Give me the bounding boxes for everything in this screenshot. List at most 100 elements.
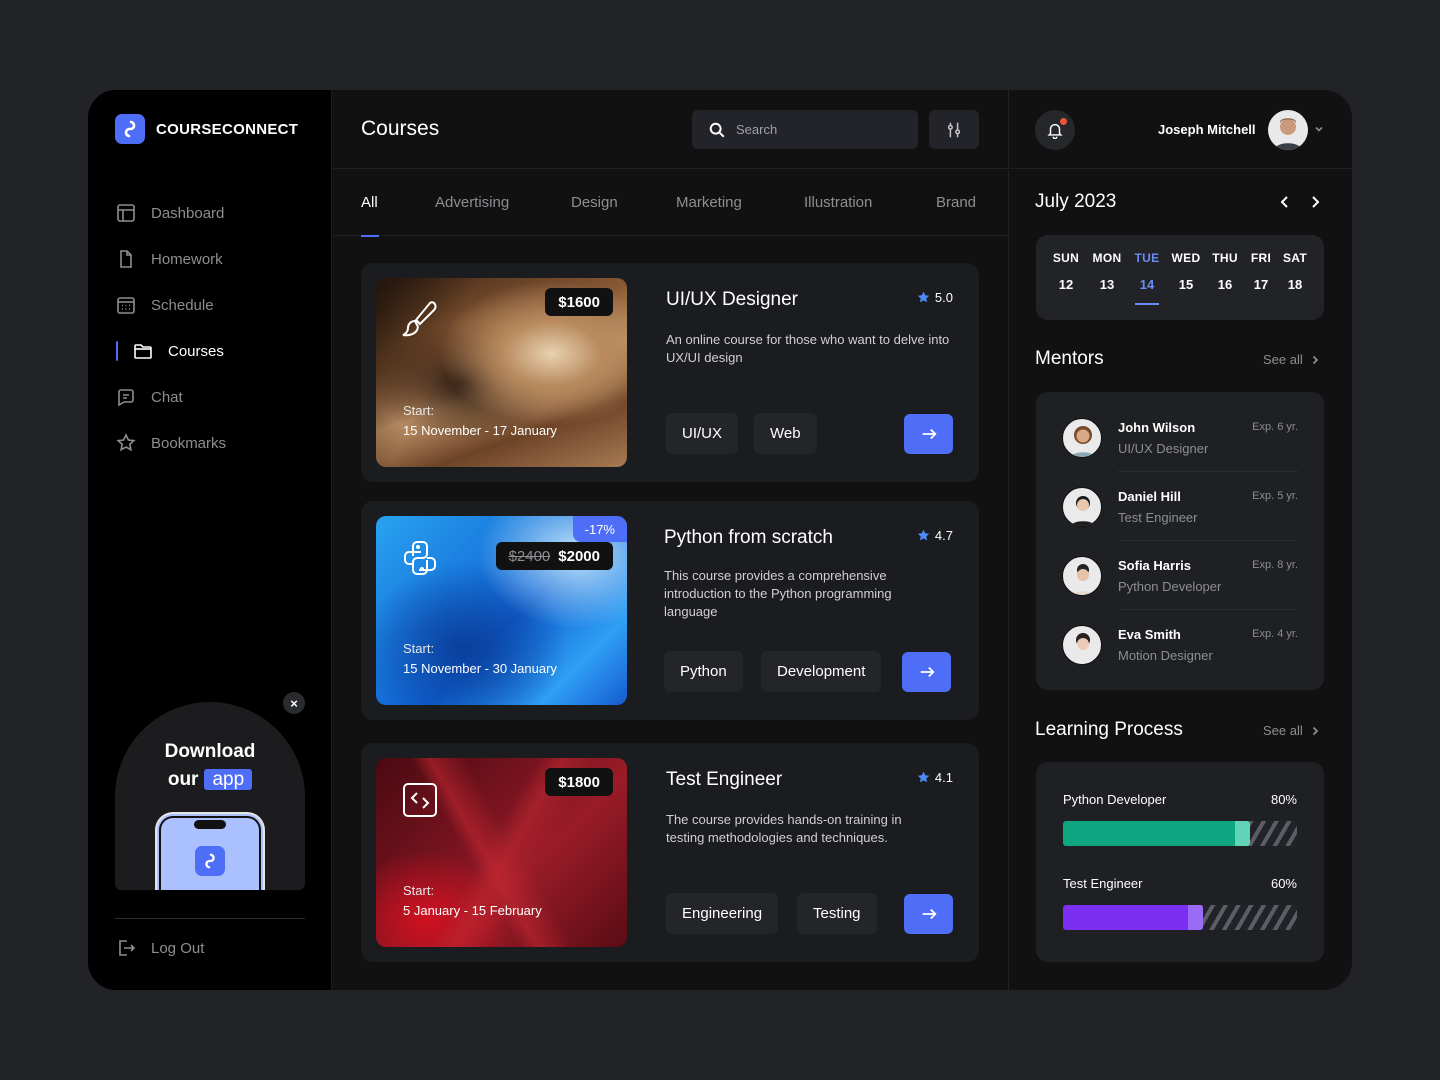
- mentor-item[interactable]: Daniel Hill Test Engineer Exp. 5 yr.: [1062, 487, 1298, 547]
- sidebar-item-schedule[interactable]: Schedule: [116, 282, 316, 328]
- star-icon: [917, 529, 930, 541]
- sidebar-item-courses[interactable]: Courses: [116, 328, 316, 374]
- layout-icon: [117, 204, 135, 222]
- tab-design[interactable]: Design: [571, 194, 618, 211]
- course-tag[interactable]: Web: [754, 413, 817, 454]
- sidebar: COURSECONNECT Dashboard Homework Schedul…: [88, 90, 332, 990]
- download-app-promo[interactable]: Download our app ×: [115, 692, 305, 890]
- search-input[interactable]: [736, 122, 896, 137]
- mentor-item[interactable]: Sofia Harris Python Developer Exp. 8 yr.: [1062, 556, 1298, 616]
- course-image: -17% $2400 $2000 Start: 15 November - 30…: [376, 516, 627, 705]
- open-course-button[interactable]: [904, 894, 953, 934]
- calendar-day-today[interactable]: TUE 14: [1127, 251, 1167, 305]
- logo-icon: [115, 114, 145, 144]
- calendar-day[interactable]: WED 15: [1166, 251, 1206, 292]
- price-badge: $1800: [545, 768, 613, 796]
- course-rating: 5.0: [917, 290, 953, 305]
- mentor-item[interactable]: Eva Smith Motion Designer Exp. 4 yr.: [1062, 625, 1298, 685]
- python-icon: [398, 536, 442, 580]
- course-description: The course provides hands-on training in…: [666, 812, 902, 845]
- course-tag[interactable]: Engineering: [666, 893, 779, 934]
- tab-marketing[interactable]: Marketing: [676, 194, 742, 211]
- app-icon: [195, 846, 225, 876]
- user-name[interactable]: Joseph Mitchell: [1158, 122, 1256, 137]
- mentor-divider: [1118, 540, 1298, 541]
- chevron-right-icon: [1312, 726, 1319, 735]
- user-avatar[interactable]: [1268, 110, 1308, 150]
- progress-item: Test Engineer 60%: [1063, 876, 1297, 930]
- tab-brand[interactable]: Brand: [936, 194, 976, 211]
- tab-advertising[interactable]: Advertising: [435, 194, 509, 211]
- filter-button[interactable]: [929, 110, 979, 149]
- code-icon: [402, 782, 438, 818]
- course-title[interactable]: Test Engineer: [666, 769, 782, 791]
- calendar-day[interactable]: MON 13: [1087, 251, 1127, 292]
- progress-bar: [1063, 821, 1297, 846]
- progress-fill-tip: [1235, 821, 1251, 846]
- course-start: Start: 15 November - 17 January: [403, 401, 557, 441]
- arrow-right-icon: [922, 428, 937, 440]
- search-box[interactable]: [692, 110, 918, 149]
- sidebar-item-label: Schedule: [151, 296, 214, 314]
- brand-name: COURSECONNECT: [156, 120, 299, 138]
- file-icon: [120, 250, 132, 268]
- star-icon: [917, 291, 930, 303]
- learning-see-all-link[interactable]: See all: [1263, 723, 1321, 738]
- calendar-day[interactable]: THU 16: [1205, 251, 1245, 292]
- open-course-button[interactable]: [904, 414, 953, 454]
- open-course-button[interactable]: [902, 652, 951, 692]
- user-menu-chevron[interactable]: [1313, 122, 1325, 134]
- sidebar-item-homework[interactable]: Homework: [116, 236, 316, 282]
- mentors-see-all-link[interactable]: See all: [1263, 352, 1321, 367]
- brush-icon: [398, 298, 442, 342]
- calendar-next-button[interactable]: [1307, 194, 1323, 210]
- sidebar-item-dashboard[interactable]: Dashboard: [116, 190, 316, 236]
- page-title: Courses: [361, 117, 440, 140]
- close-promo-button[interactable]: ×: [283, 692, 305, 714]
- course-rating: 4.7: [917, 528, 953, 543]
- chat-icon: [118, 389, 134, 407]
- header: Courses Joseph Mitchell: [333, 90, 1352, 169]
- course-dates: 5 January - 15 February: [403, 903, 542, 918]
- sidebar-item-label: Courses: [168, 342, 224, 360]
- price: $1800: [558, 773, 600, 791]
- logo[interactable]: COURSECONNECT: [115, 114, 298, 144]
- calendar-day[interactable]: SUN 12: [1046, 251, 1086, 292]
- progress-fill-tip: [1188, 905, 1204, 930]
- course-card[interactable]: $1800 Start: 5 January - 15 February Tes…: [361, 743, 979, 962]
- course-tag[interactable]: Testing: [797, 893, 877, 934]
- logout-button[interactable]: Log Out: [116, 938, 204, 958]
- panel-divider: [1008, 170, 1009, 990]
- folder-icon: [134, 344, 152, 359]
- course-title[interactable]: UI/UX Designer: [666, 289, 798, 311]
- mentor-avatar: [1062, 556, 1102, 596]
- sidebar-nav: Dashboard Homework Schedule Courses Chat…: [116, 190, 316, 466]
- tab-all[interactable]: All: [361, 194, 379, 237]
- calendar-prev-button[interactable]: [1277, 194, 1293, 210]
- course-tag[interactable]: Python: [664, 651, 743, 692]
- price-badge: $2400 $2000: [495, 542, 613, 570]
- discount-badge: -17%: [572, 516, 627, 542]
- chevron-left-icon: [1280, 196, 1288, 208]
- progress-item: Python Developer 80%: [1063, 792, 1297, 846]
- sidebar-item-label: Bookmarks: [151, 434, 227, 452]
- notifications-button[interactable]: [1035, 110, 1075, 150]
- arrow-right-icon: [920, 666, 935, 678]
- chevron-down-icon: [1315, 126, 1323, 132]
- sidebar-item-bookmarks[interactable]: Bookmarks: [116, 420, 316, 466]
- sidebar-item-chat[interactable]: Chat: [116, 374, 316, 420]
- star-icon: [116, 433, 136, 452]
- course-start: Start: 15 November - 30 January: [403, 639, 557, 679]
- course-tag[interactable]: UI/UX: [666, 413, 739, 454]
- course-title[interactable]: Python from scratch: [664, 527, 833, 549]
- course-card[interactable]: -17% $2400 $2000 Start: 15 November - 30…: [361, 501, 979, 720]
- search-icon: [709, 122, 725, 137]
- logout-icon: [119, 940, 136, 956]
- course-description: This course provides a comprehensive int…: [664, 568, 892, 619]
- calendar-day[interactable]: SAT 18: [1275, 251, 1315, 292]
- tab-illustration[interactable]: Illustration: [804, 194, 872, 211]
- phone-illustration: [155, 812, 265, 890]
- course-tag[interactable]: Development: [761, 651, 882, 692]
- course-card[interactable]: $1600 Start: 15 November - 17 January UI…: [361, 263, 979, 482]
- mentor-item[interactable]: John Wilson UI/UX Designer Exp. 6 yr.: [1062, 418, 1298, 478]
